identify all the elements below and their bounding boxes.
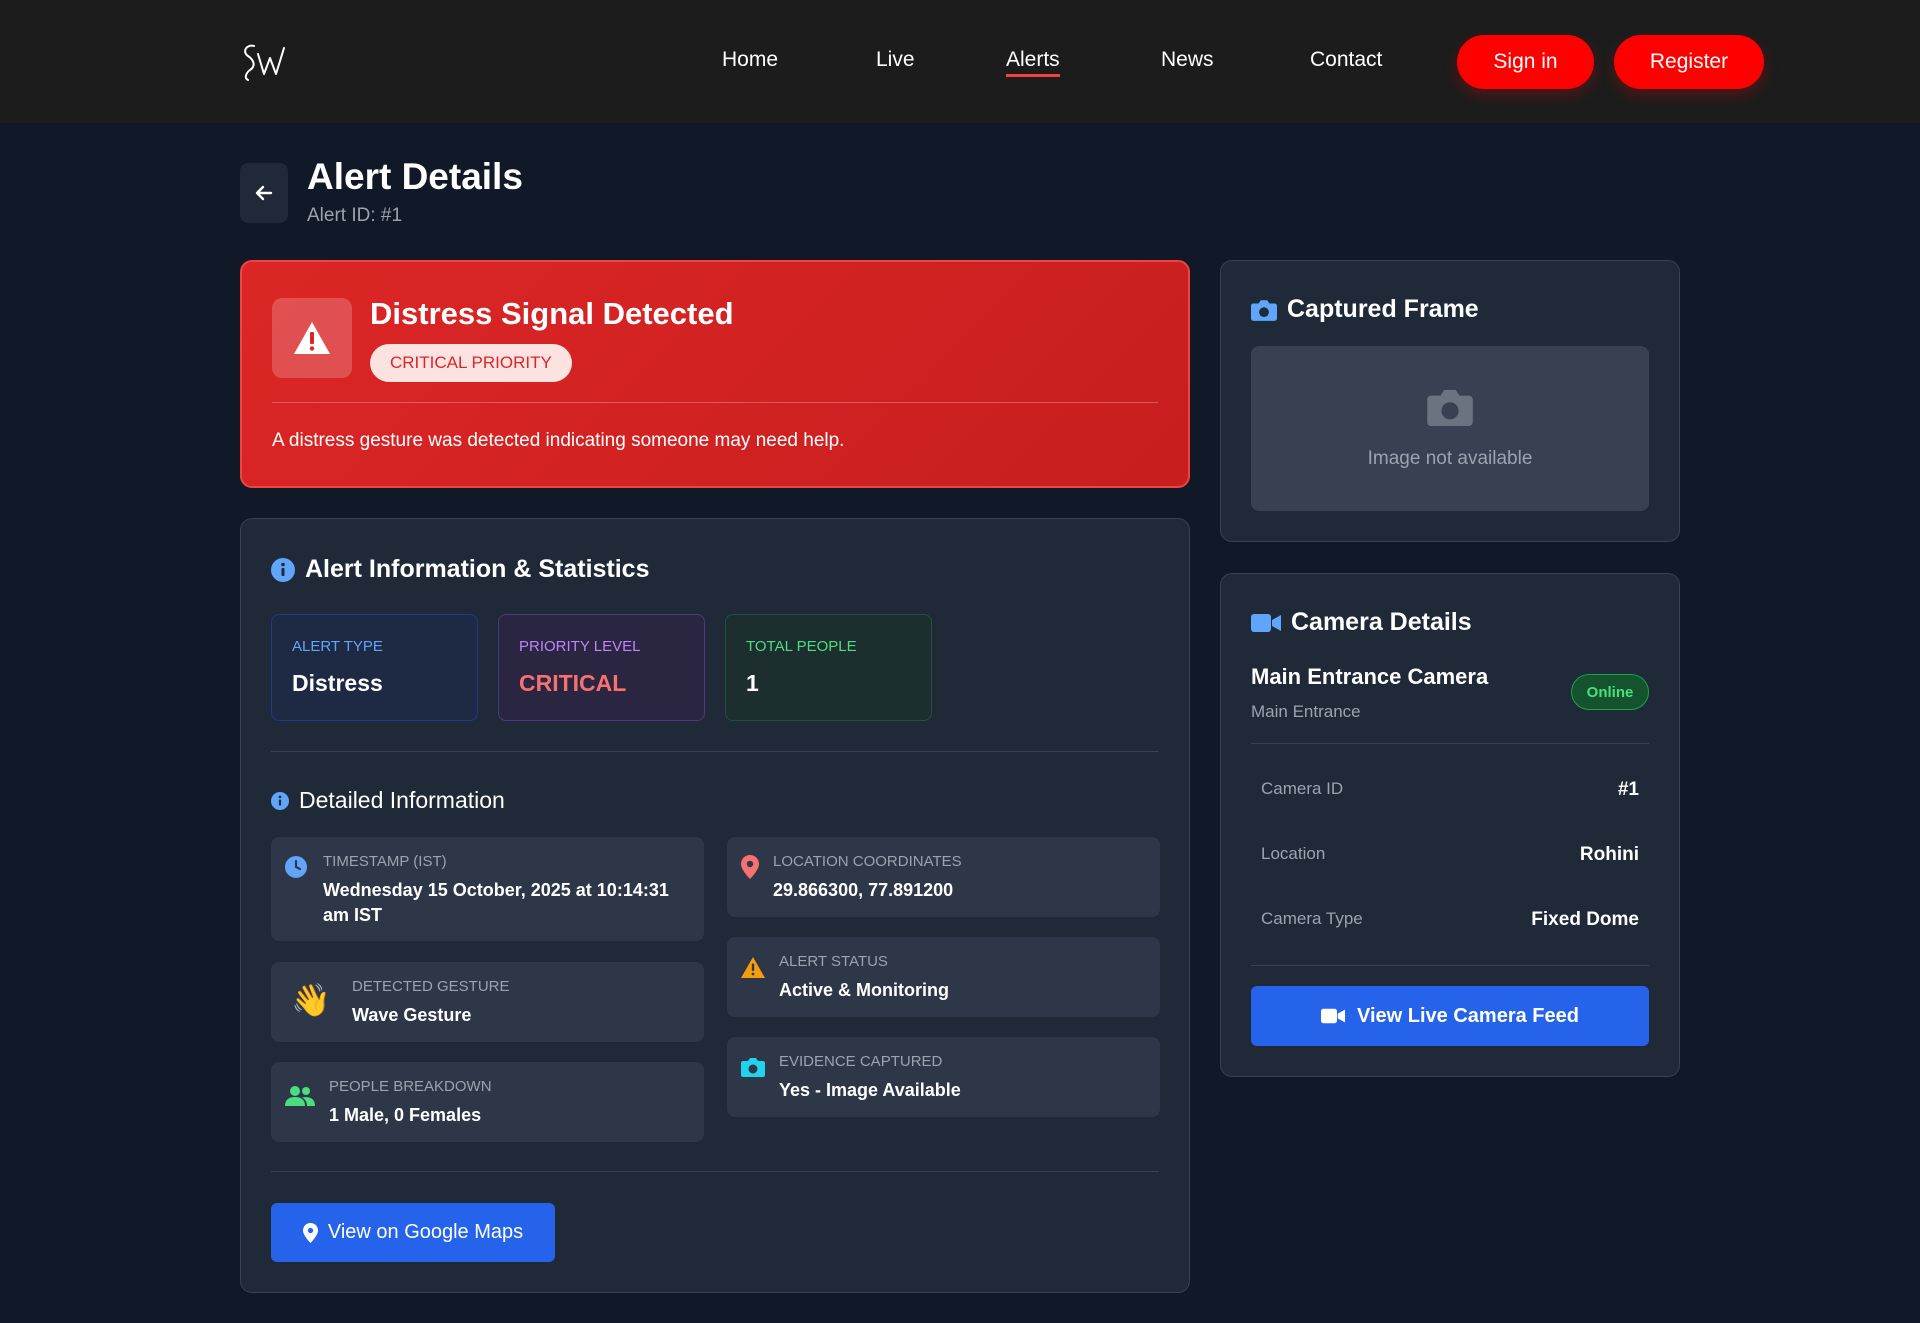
- detail-value: Wednesday 15 October, 2025 at 10:14:31 a…: [323, 880, 669, 925]
- detail-evidence: EVIDENCE CAPTURED Yes - Image Available: [727, 1037, 1160, 1117]
- video-camera-icon: [1321, 1008, 1346, 1024]
- info-section-title: Alert Information & Statistics: [305, 555, 650, 583]
- row-value: Fixed Dome: [1531, 909, 1639, 930]
- info-circle-icon: [271, 791, 289, 810]
- camera-icon: [1427, 389, 1473, 426]
- detail-status: ALERT STATUS Active & Monitoring: [727, 937, 1160, 1017]
- detail-value: 1 Male, 0 Females: [329, 1105, 482, 1125]
- map-pin-icon: [302, 1222, 318, 1243]
- arrow-left-icon: [255, 185, 273, 201]
- camera-icon: [1251, 299, 1277, 321]
- stat-label: PRIORITY LEVEL: [519, 638, 641, 655]
- detail-label: LOCATION COORDINATES: [773, 853, 962, 870]
- alert-description: A distress gesture was detected indicati…: [272, 430, 845, 451]
- alert-banner: Distress Signal Detected CRITICAL PRIORI…: [240, 260, 1190, 488]
- nav-home[interactable]: Home: [722, 48, 778, 72]
- camera-id-row: Camera ID #1: [1251, 779, 1649, 809]
- image-not-available-text: Image not available: [1367, 448, 1533, 469]
- camera-icon: [741, 1058, 765, 1077]
- nav-alerts[interactable]: Alerts: [1006, 48, 1060, 77]
- top-navbar: Home Live Alerts News Contact Sign in Re…: [0, 0, 1920, 123]
- detail-value: Active & Monitoring: [779, 980, 949, 1000]
- camera-location-row: Location Rohini: [1251, 844, 1649, 874]
- section-divider: [1251, 743, 1649, 744]
- detail-value: Yes - Image Available: [779, 1080, 961, 1100]
- row-value: Rohini: [1579, 844, 1639, 865]
- row-key: Camera ID: [1261, 779, 1344, 798]
- detail-value: 29.866300, 77.891200: [773, 880, 954, 900]
- stat-value: Distress: [292, 670, 383, 696]
- camera-type-row: Camera Type Fixed Dome: [1251, 909, 1649, 939]
- camera-details-card: Camera Details Main Entrance Camera Main…: [1220, 573, 1680, 1077]
- alert-triangle-icon: [741, 957, 765, 978]
- stat-priority-level: PRIORITY LEVEL CRITICAL: [498, 614, 705, 721]
- row-value: #1: [1617, 779, 1639, 800]
- stat-label: ALERT TYPE: [292, 638, 383, 655]
- info-circle-icon: [271, 557, 295, 582]
- camera-name: Main Entrance Camera: [1251, 664, 1489, 689]
- sign-in-button[interactable]: Sign in: [1457, 35, 1594, 89]
- wave-hand-icon: 👋: [291, 982, 331, 1018]
- detail-label: PEOPLE BREAKDOWN: [329, 1078, 492, 1095]
- alert-info-card: Alert Information & Statistics ALERT TYP…: [240, 518, 1190, 1293]
- detail-value: Wave Gesture: [352, 1005, 472, 1025]
- alert-title: Distress Signal Detected: [370, 296, 734, 331]
- camera-details-header: Camera Details: [1251, 608, 1472, 637]
- nav-contact[interactable]: Contact: [1310, 48, 1382, 72]
- section-divider: [271, 751, 1159, 752]
- camera-details-title: Camera Details: [1291, 608, 1472, 636]
- detailed-info-title: Detailed Information: [299, 787, 505, 813]
- back-button[interactable]: [240, 163, 288, 223]
- page-title: Alert Details: [307, 156, 523, 197]
- captured-frame-header: Captured Frame: [1251, 295, 1479, 324]
- map-pin-icon: [741, 855, 759, 879]
- stat-alert-type: ALERT TYPE Distress: [271, 614, 478, 721]
- captured-frame-card: Captured Frame Image not available: [1220, 260, 1680, 542]
- view-on-google-maps-button[interactable]: View on Google Maps: [271, 1203, 555, 1262]
- alert-id: Alert ID: #1: [307, 205, 403, 226]
- nav-live[interactable]: Live: [876, 48, 915, 72]
- maps-button-label: View on Google Maps: [327, 1221, 524, 1243]
- stat-total-people: TOTAL PEOPLE 1: [725, 614, 932, 721]
- row-key: Camera Type: [1261, 909, 1363, 928]
- captured-frame-title: Captured Frame: [1287, 295, 1479, 323]
- stat-value: 1: [746, 670, 759, 696]
- section-divider: [271, 1171, 1159, 1172]
- detail-location: LOCATION COORDINATES 29.866300, 77.89120…: [727, 837, 1160, 917]
- nav-news[interactable]: News: [1161, 48, 1214, 72]
- detail-label: ALERT STATUS: [779, 953, 888, 970]
- image-placeholder: Image not available: [1251, 346, 1649, 511]
- detail-label: TIMESTAMP (IST): [323, 853, 447, 870]
- view-live-camera-feed-button[interactable]: View Live Camera Feed: [1251, 986, 1649, 1046]
- banner-divider: [272, 402, 1158, 403]
- stat-value: CRITICAL: [519, 670, 627, 696]
- stat-label: TOTAL PEOPLE: [746, 638, 857, 655]
- info-section-header: Alert Information & Statistics: [271, 555, 650, 584]
- warning-triangle-icon: [272, 298, 352, 378]
- row-key: Location: [1261, 844, 1326, 863]
- clock-icon: [285, 856, 307, 878]
- section-divider: [1251, 965, 1649, 966]
- detailed-info-header: Detailed Information: [271, 787, 505, 814]
- priority-badge: CRITICAL PRIORITY: [370, 344, 572, 382]
- register-button[interactable]: Register: [1614, 35, 1764, 89]
- status-badge: Online: [1571, 674, 1649, 710]
- camera-location-subtitle: Main Entrance: [1251, 702, 1361, 721]
- live-feed-button-label: View Live Camera Feed: [1357, 1004, 1579, 1027]
- detail-label: DETECTED GESTURE: [352, 978, 510, 995]
- detail-timestamp: TIMESTAMP (IST) Wednesday 15 October, 20…: [271, 837, 704, 941]
- video-camera-icon: [1251, 613, 1281, 632]
- logo[interactable]: [240, 40, 294, 84]
- detail-gesture: 👋 DETECTED GESTURE Wave Gesture: [271, 962, 704, 1042]
- detail-label: EVIDENCE CAPTURED: [779, 1053, 943, 1070]
- detail-people: PEOPLE BREAKDOWN 1 Male, 0 Females: [271, 1062, 704, 1142]
- people-icon: [285, 1086, 315, 1106]
